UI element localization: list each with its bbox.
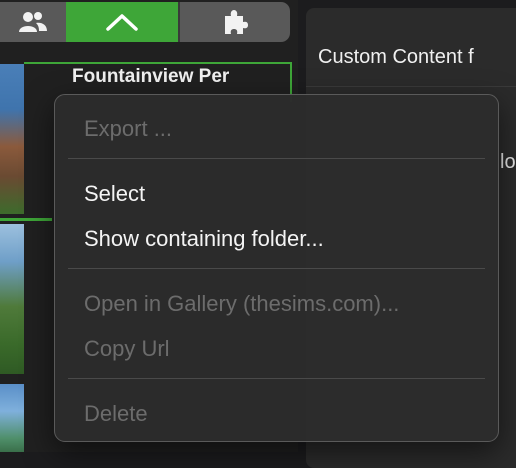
- context-menu: Export ... Select Show containing folder…: [54, 94, 499, 442]
- divider: [306, 86, 516, 87]
- lot-thumbnail[interactable]: [0, 384, 24, 452]
- menu-item-delete[interactable]: Delete: [84, 401, 148, 427]
- menu-item-show-containing-folder[interactable]: Show containing folder...: [84, 226, 324, 252]
- panel-text-fragment: lo: [500, 151, 516, 173]
- menu-separator: [68, 268, 485, 269]
- panel-title: Custom Content f: [318, 46, 474, 68]
- menu-item-open-in-gallery[interactable]: Open in Gallery (thesims.com)...: [84, 291, 399, 317]
- puzzle-icon: [225, 10, 248, 34]
- selection-indicator: [0, 218, 52, 221]
- selection-frame: [24, 62, 292, 64]
- people-icon: [19, 12, 47, 32]
- tab-bar: [0, 2, 290, 42]
- lot-card-selected[interactable]: Fountainview Per: [24, 62, 292, 102]
- menu-item-export[interactable]: Export ...: [84, 116, 172, 142]
- menu-separator: [68, 158, 485, 159]
- tab-households[interactable]: [0, 2, 66, 42]
- lot-thumbnail[interactable]: [0, 224, 24, 374]
- menu-separator: [68, 378, 485, 379]
- chevron-up-icon: [106, 14, 138, 31]
- menu-item-select[interactable]: Select: [84, 181, 145, 207]
- lot-title: Fountainview Per: [72, 66, 230, 87]
- menu-item-copy-url[interactable]: Copy Url: [84, 336, 170, 362]
- tab-lots[interactable]: [66, 2, 178, 42]
- tab-mods[interactable]: [178, 2, 290, 42]
- lot-thumbnail[interactable]: [0, 64, 24, 214]
